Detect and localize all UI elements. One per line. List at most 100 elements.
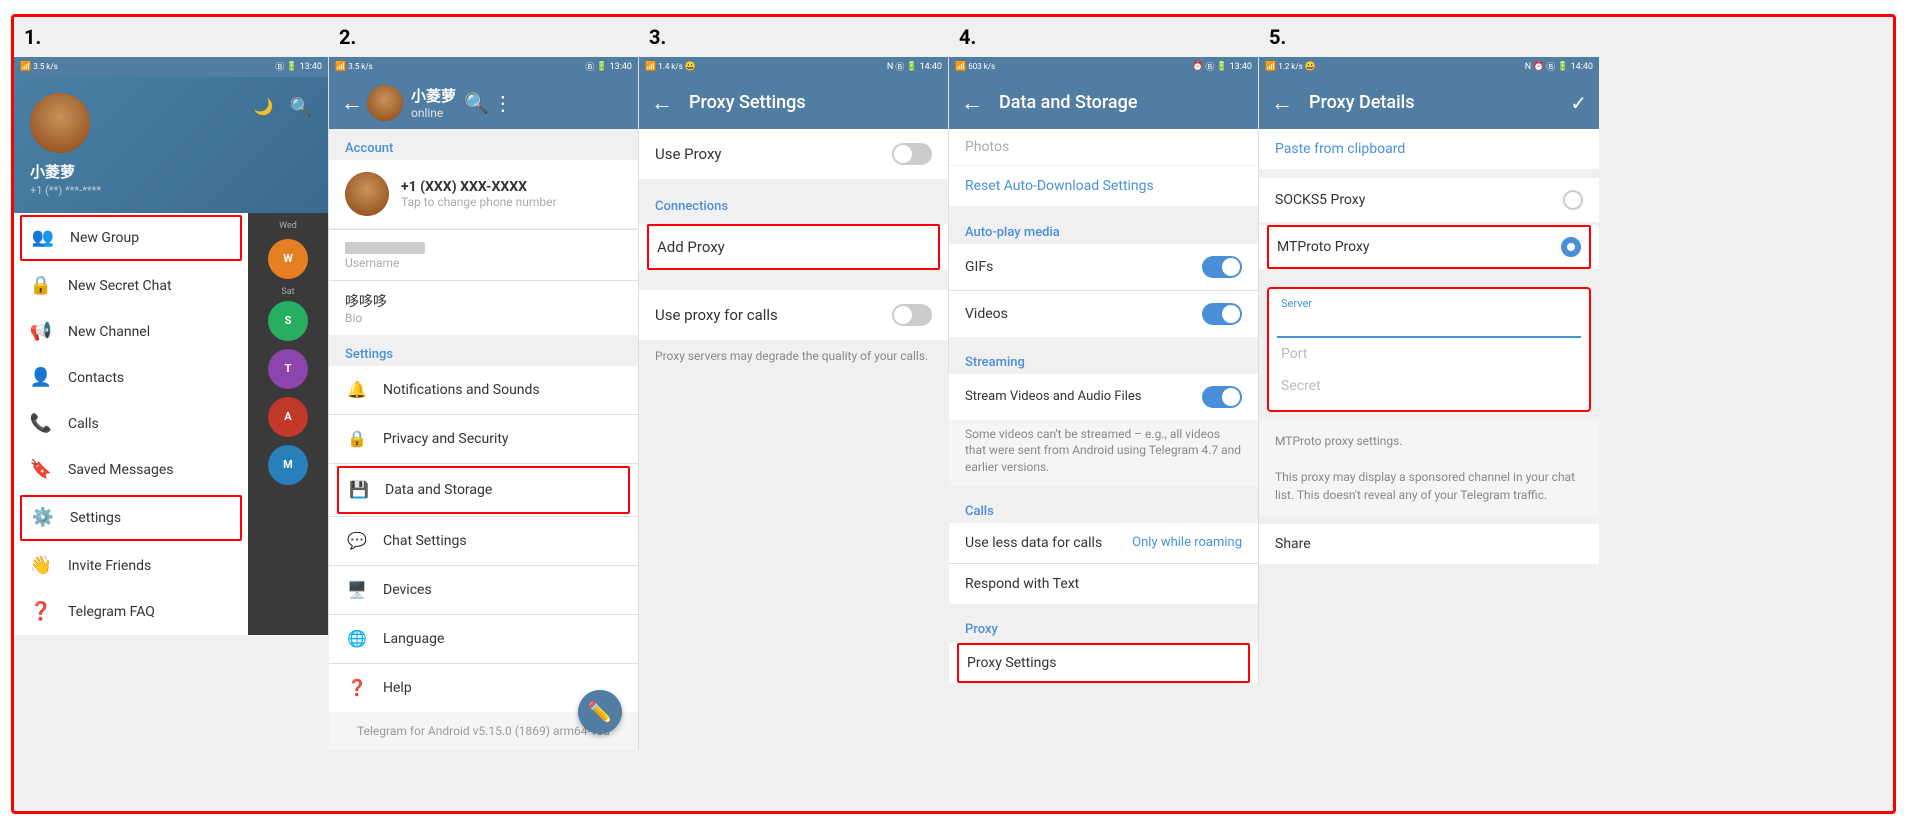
proxy-calls-block: Use proxy for calls bbox=[639, 290, 948, 340]
menu-list: 👥 New Group 🔒 New Secret Chat 📢 New Chan… bbox=[14, 213, 248, 635]
devices-label: Devices bbox=[383, 582, 432, 598]
settings-data-storage[interactable]: 💾 Data and Storage bbox=[337, 466, 630, 514]
settings-devices[interactable]: 🖥️ Devices bbox=[329, 566, 638, 614]
time-2: 13:40 bbox=[610, 62, 632, 72]
avatar bbox=[30, 93, 90, 153]
faq-label: Telegram FAQ bbox=[68, 604, 155, 620]
language-label: Language bbox=[383, 631, 444, 647]
privacy-label: Privacy and Security bbox=[383, 431, 509, 447]
screen4: 📶 603 k/s ⏰ Ⓑ 🔋 13:40 ← Data and Storage bbox=[949, 57, 1259, 685]
chat-item-4[interactable]: A bbox=[268, 397, 308, 437]
new-group-icon: 👥 bbox=[32, 227, 54, 249]
signal-icon-3: 📶 bbox=[645, 62, 656, 72]
menu-item-invite[interactable]: 👋 Invite Friends bbox=[14, 543, 248, 589]
back-button-3[interactable]: ← bbox=[651, 90, 673, 116]
menu-item-new-group[interactable]: 👥 New Group bbox=[20, 215, 242, 261]
edit-fab[interactable]: ✏️ bbox=[578, 690, 622, 734]
back-button-4[interactable]: ← bbox=[961, 90, 983, 116]
divider-3a bbox=[639, 179, 948, 187]
step2-label: 2. bbox=[339, 25, 356, 49]
socks5-radio bbox=[1563, 190, 1583, 210]
note-line2: This proxy may display a sponsored chann… bbox=[1275, 468, 1583, 504]
speed-2: 3.5 k/s bbox=[348, 62, 373, 71]
stream-toggle[interactable] bbox=[1202, 386, 1242, 408]
step3-wrapper: 3. 📶 1.4 k/s 😀 N Ⓑ 🔋 14:40 ← Proxy bbox=[639, 17, 949, 811]
settings-notifications[interactable]: 🔔 Notifications and Sounds bbox=[329, 366, 638, 414]
battery-icon-3: 🔋 bbox=[906, 62, 917, 72]
profile-phone: +1 (**) ***-**** bbox=[30, 184, 101, 197]
profile-face-2 bbox=[345, 172, 389, 216]
chat-item-3[interactable]: T bbox=[268, 349, 308, 389]
mtproto-block: MTProto Proxy bbox=[1259, 225, 1599, 269]
saved-icon: 🔖 bbox=[30, 459, 52, 481]
status-right-5: N ⏰ Ⓑ 🔋 14:40 bbox=[1525, 60, 1593, 73]
settings-chat[interactable]: 💬 Chat Settings bbox=[329, 517, 638, 565]
mtproto-option[interactable]: MTProto Proxy bbox=[1267, 225, 1591, 269]
menu-item-calls[interactable]: 📞 Calls bbox=[14, 401, 248, 447]
connections-label: Connections bbox=[639, 187, 948, 220]
videos-row: Videos bbox=[949, 291, 1258, 337]
stream-desc: Some videos can't be streamed – e.g., al… bbox=[949, 420, 1258, 486]
new-group-label: New Group bbox=[70, 230, 139, 246]
socks5-block: SOCKS5 Proxy bbox=[1259, 178, 1599, 223]
check-button-5[interactable]: ✓ bbox=[1570, 91, 1587, 115]
back-button-5[interactable]: ← bbox=[1271, 90, 1293, 116]
time-4: 13:40 bbox=[1230, 62, 1252, 72]
stream-label: Stream Videos and Audio Files bbox=[965, 389, 1194, 404]
new-channel-label: New Channel bbox=[68, 324, 150, 340]
moon-icon: 🌙 bbox=[254, 97, 274, 118]
reset-label: Reset Auto-Download Settings bbox=[965, 178, 1154, 194]
share-row[interactable]: Share bbox=[1259, 524, 1599, 564]
reset-row[interactable]: Reset Auto-Download Settings bbox=[949, 166, 1258, 207]
settings-list: 🔔 Notifications and Sounds 🔒 Privacy and… bbox=[329, 366, 638, 712]
signal-icon-2: 📶 bbox=[335, 62, 346, 72]
gifs-toggle[interactable] bbox=[1202, 256, 1242, 278]
use-proxy-toggle[interactable] bbox=[892, 143, 932, 165]
chat-item-2[interactable]: S bbox=[268, 301, 308, 341]
menu-item-saved[interactable]: 🔖 Saved Messages bbox=[14, 447, 248, 493]
header-more-2[interactable]: ⋮ bbox=[493, 91, 513, 115]
saved-label: Saved Messages bbox=[68, 462, 174, 478]
new-channel-icon: 📢 bbox=[30, 321, 52, 343]
settings-privacy[interactable]: 🔒 Privacy and Security bbox=[329, 415, 638, 463]
server-label: Server bbox=[1277, 297, 1581, 310]
add-proxy-row[interactable]: Add Proxy bbox=[647, 224, 940, 270]
chat-item-5[interactable]: M bbox=[268, 445, 308, 485]
paste-btn[interactable]: Paste from clipboard bbox=[1259, 129, 1599, 169]
account-section-header: Account bbox=[329, 129, 638, 160]
status-bar-2: 📶 3.5 k/s Ⓑ 🔋 13:40 bbox=[329, 57, 638, 77]
date-sat: Sat bbox=[281, 287, 294, 297]
menu-item-settings[interactable]: ⚙️ Settings bbox=[20, 495, 242, 541]
chat-list-sidebar: Wed W Sat S T A M bbox=[248, 213, 328, 635]
use-less-value: Only while roaming bbox=[1132, 535, 1242, 550]
add-proxy-block: Add Proxy bbox=[639, 224, 948, 270]
proxy-settings-row[interactable]: Proxy Settings bbox=[957, 643, 1250, 683]
proxy-block-4: Proxy Settings bbox=[949, 643, 1258, 683]
use-proxy-block: Use Proxy bbox=[639, 129, 948, 179]
screen2-content: Account +1 (XXX) XXX-XXXX Tap to change … bbox=[329, 129, 638, 750]
battery-5: 🔋 bbox=[1557, 62, 1568, 72]
proxy-calls-toggle[interactable] bbox=[892, 304, 932, 326]
wifi-icon: 3.5 k/s bbox=[33, 62, 58, 71]
speed-3: 1.4 k/s bbox=[658, 62, 683, 71]
phone-hint-2: Tap to change phone number bbox=[401, 195, 557, 209]
menu-item-new-secret-chat[interactable]: 🔒 New Secret Chat bbox=[14, 263, 248, 309]
proxy-header-3: ← Proxy Settings bbox=[639, 77, 948, 129]
settings-language[interactable]: 🌐 Language bbox=[329, 615, 638, 663]
chat-item-1[interactable]: W bbox=[268, 239, 308, 279]
divider-5b bbox=[1259, 271, 1599, 279]
videos-toggle[interactable] bbox=[1202, 303, 1242, 325]
status-left-4: 📶 603 k/s bbox=[955, 62, 995, 72]
menu-item-contacts[interactable]: 👤 Contacts bbox=[14, 355, 248, 401]
menu-item-faq[interactable]: ❓ Telegram FAQ bbox=[14, 589, 248, 635]
screen2: 📶 3.5 k/s Ⓑ 🔋 13:40 ← 小菱萝 online bbox=[329, 57, 639, 750]
main-container: 1. 📶 3.5 k/s Ⓑ 🔋 13:40 bbox=[11, 14, 1896, 814]
auto-play-section: Auto-play media bbox=[949, 215, 1258, 244]
back-button-2[interactable]: ← bbox=[341, 90, 363, 116]
header-search-2[interactable]: 🔍 bbox=[464, 91, 489, 115]
server-input[interactable] bbox=[1277, 312, 1581, 338]
speed-4: 603 k/s bbox=[968, 62, 995, 71]
search-icon[interactable]: 🔍 bbox=[290, 97, 312, 118]
menu-item-new-channel[interactable]: 📢 New Channel bbox=[14, 309, 248, 355]
socks5-option[interactable]: SOCKS5 Proxy bbox=[1259, 178, 1599, 223]
